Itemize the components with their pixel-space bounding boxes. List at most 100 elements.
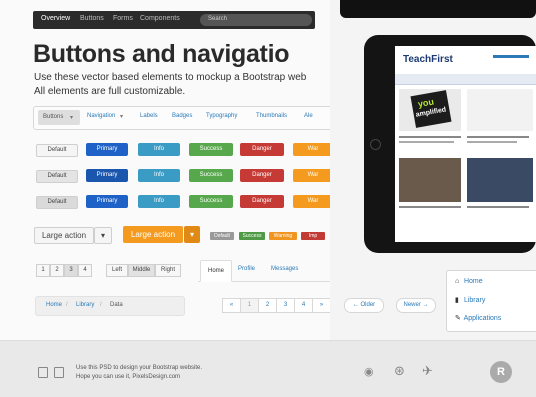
primary-button[interactable]: Primary — [86, 195, 128, 208]
pager-newer[interactable]: Newer → — [396, 298, 436, 313]
site-nav — [395, 74, 536, 85]
photo-teachers — [467, 158, 533, 202]
segment-middle[interactable]: Middle — [128, 264, 155, 277]
article-text — [467, 206, 529, 208]
page-3[interactable]: 3 — [64, 264, 78, 277]
info-button[interactable]: Info — [138, 169, 180, 182]
warning-button[interactable]: War — [293, 169, 330, 182]
warning-button[interactable]: War — [293, 195, 330, 208]
tab-typography[interactable]: Typography — [206, 113, 237, 119]
nav-buttons[interactable]: Buttons — [80, 15, 104, 22]
nav-components[interactable]: Components — [140, 15, 180, 22]
article-text — [399, 206, 461, 208]
default-button[interactable]: Default — [36, 144, 78, 157]
dropdown-item-applications[interactable]: ✎ Applications — [455, 314, 501, 322]
home-icon: ⌂ — [455, 278, 460, 285]
cartoon-image — [467, 89, 533, 131]
article-text — [467, 141, 517, 143]
pagination-prev[interactable]: « — [222, 298, 241, 313]
pagination-page-3[interactable]: 3 — [276, 298, 295, 313]
page-1[interactable]: 1 — [36, 264, 50, 277]
default-button[interactable]: Default — [36, 170, 78, 183]
mockup-panel: Overview Buttons Forms Components Search… — [0, 0, 330, 340]
tablet-device: TeachFirst you amplified — [364, 35, 536, 253]
rss-icon[interactable]: ◉ — [364, 365, 374, 378]
label-important: Imp — [301, 232, 325, 240]
success-button[interactable]: Success — [189, 143, 233, 156]
description-line-2: All elements are full customizable. — [34, 86, 186, 97]
tab-labels[interactable]: Labels — [140, 113, 158, 119]
dropdown-item-library[interactable]: ▮ Library — [455, 296, 485, 304]
chevron-down-icon: ▾ — [120, 114, 124, 120]
tab-navigation[interactable]: Navigation — [87, 113, 115, 119]
label-warning: Warning — [269, 232, 297, 240]
pencil-icon: ✎ — [455, 315, 461, 322]
description-line-1: Use these vector based elements to mocku… — [34, 72, 307, 83]
breadcrumb-library[interactable]: Library — [76, 302, 94, 308]
dropdown-item-home[interactable]: ⌂ Home — [455, 278, 483, 285]
label-default: Default — [210, 232, 234, 240]
pager-older[interactable]: ← Older — [344, 298, 384, 313]
article-text — [467, 136, 529, 138]
search-placeholder: Search — [208, 16, 228, 22]
pagination-page-2[interactable]: 2 — [258, 298, 277, 313]
footer-line-2: Hope you can use it, PixelsDesign.com — [76, 374, 181, 380]
search-input[interactable]: Search — [200, 14, 312, 26]
tab-thumbnails[interactable]: Thumbnails — [256, 113, 287, 119]
pagination-page-4[interactable]: 4 — [294, 298, 313, 313]
chevron-down-icon[interactable]: ▾ — [94, 227, 112, 244]
article-text — [399, 141, 454, 143]
default-button[interactable]: Default — [36, 196, 78, 209]
dropdown-menu: ⌂ Home ▮ Library ✎ Applications — [446, 270, 536, 332]
photo-students — [399, 158, 461, 202]
breadcrumb-home[interactable]: Home — [46, 302, 62, 308]
chevron-down-icon[interactable]: ▾ — [184, 226, 200, 243]
home-button-icon — [370, 139, 381, 150]
warning-button[interactable]: War — [293, 143, 330, 156]
primary-button[interactable]: Primary — [86, 169, 128, 182]
large-action-button[interactable]: Large action — [34, 227, 94, 244]
footer: Use this PSD to design your Bootstrap we… — [0, 340, 536, 397]
dribbble-icon[interactable]: ⊛ — [394, 363, 405, 379]
header-link — [493, 55, 529, 58]
tab-alerts[interactable]: Ale — [304, 113, 313, 119]
info-button[interactable]: Info — [138, 143, 180, 156]
footer-line-1: Use this PSD to design your Bootstrap we… — [76, 365, 203, 371]
success-button[interactable]: Success — [189, 195, 233, 208]
chevron-down-icon: ▾ — [70, 115, 74, 121]
tab-home[interactable]: Home — [200, 260, 232, 282]
tab-badges[interactable]: Badges — [172, 113, 192, 119]
segment-right[interactable]: Right — [155, 264, 181, 277]
tab-profile[interactable]: Profile — [238, 266, 255, 272]
pagination-page-1[interactable]: 1 — [240, 298, 259, 313]
label-success: Success — [239, 232, 265, 240]
breadcrumb-divider: / — [100, 302, 102, 308]
danger-button[interactable]: Danger — [240, 195, 284, 208]
page-4[interactable]: 4 — [78, 264, 92, 277]
segment-left[interactable]: Left — [106, 264, 128, 277]
page-2[interactable]: 2 — [50, 264, 64, 277]
tab-messages[interactable]: Messages — [271, 266, 298, 272]
dropdown-label: Home — [463, 278, 483, 285]
danger-button[interactable]: Danger — [240, 143, 284, 156]
tab-buttons[interactable]: Buttons ▾ — [38, 110, 80, 125]
article-text — [399, 136, 461, 138]
top-navbar: Overview Buttons Forms Components Search — [33, 11, 315, 29]
twitter-icon[interactable]: ✈ — [422, 363, 433, 379]
book-icon: ▮ — [455, 297, 459, 304]
tab-strip: Home Profile Messages — [198, 260, 330, 282]
dropdown-label: Library — [463, 297, 486, 304]
pagination-next[interactable]: » — [312, 298, 330, 313]
primary-button[interactable]: Primary — [86, 143, 128, 156]
large-action-warning-button[interactable]: Large action — [123, 226, 183, 243]
nav-forms[interactable]: Forms — [113, 15, 133, 22]
sticker-image: you amplified — [410, 90, 452, 128]
nav-overview[interactable]: Overview — [41, 15, 70, 22]
success-button[interactable]: Success — [189, 169, 233, 182]
html5-icon — [38, 367, 48, 378]
logo-icon: R — [490, 361, 512, 383]
device-edge — [340, 0, 536, 18]
css3-icon — [54, 367, 64, 378]
info-button[interactable]: Info — [138, 195, 180, 208]
danger-button[interactable]: Danger — [240, 169, 284, 182]
